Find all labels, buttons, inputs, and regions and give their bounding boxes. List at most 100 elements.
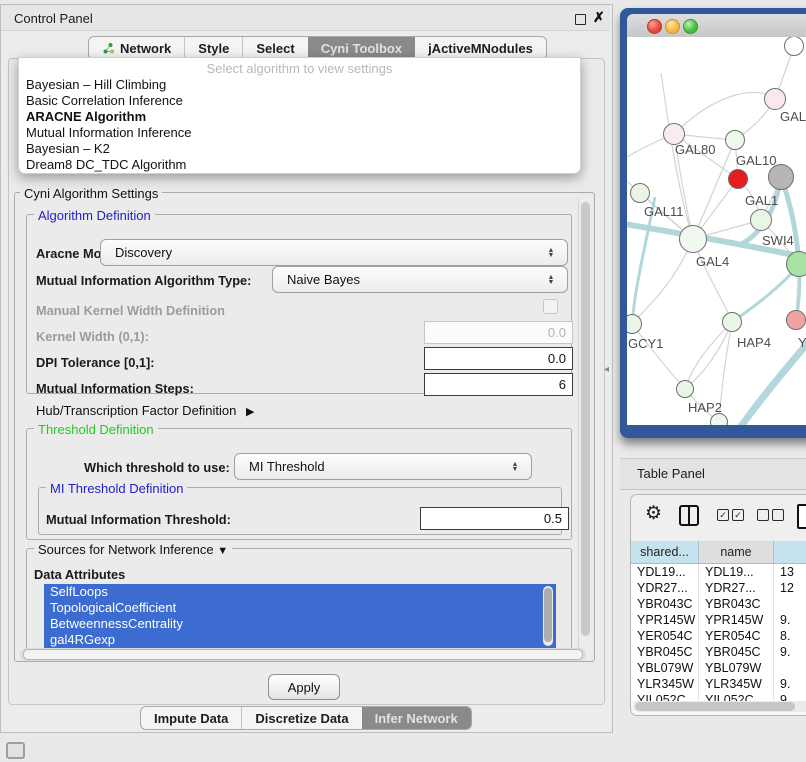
close-panel-icon[interactable]: ✗ (593, 9, 605, 26)
table-hscrollbar-thumb[interactable] (635, 702, 795, 711)
settings-hscrollbar-track[interactable] (20, 648, 586, 661)
table-cell[interactable]: YLR345W (631, 676, 699, 692)
table-row[interactable]: YBL079WYBL079W (631, 660, 806, 676)
table-cell[interactable]: YDL19... (699, 564, 774, 580)
list-scrollbar-thumb[interactable] (544, 588, 552, 642)
table-cell[interactable]: YBR043C (699, 596, 774, 612)
attribute-item-topologicalcoefficient[interactable]: TopologicalCoefficient (44, 600, 556, 616)
algorithm-option-basic-correlation-inference[interactable]: Basic Correlation Inference (19, 93, 580, 109)
attribute-item-betweennesscentrality[interactable]: BetweennessCentrality (44, 616, 556, 632)
table-cell[interactable]: YDR27... (699, 580, 774, 596)
checkbox-checked-icon[interactable]: ✓ (717, 509, 729, 521)
network-node[interactable] (786, 310, 806, 330)
algorithm-option-dream8-dc-tdc-algorithm[interactable]: Dream8 DC_TDC Algorithm (19, 157, 580, 173)
attribute-item-gal4rgexp[interactable]: gal4RGexp (44, 632, 556, 648)
table-body[interactable]: YDL19...YDL19...13YDR27...YDR27...12YBR0… (631, 564, 806, 701)
table-row[interactable]: YBR043CYBR043C (631, 596, 806, 612)
minimize-window-icon[interactable] (665, 19, 680, 34)
algorithm-option-aracne-algorithm[interactable]: ARACNE Algorithm (19, 109, 580, 125)
network-node[interactable] (750, 209, 772, 231)
sources-group-title[interactable]: Sources for Network Inference ▼ (34, 542, 232, 557)
table-cell[interactable]: YER054C (631, 628, 699, 644)
aracne-mode-select[interactable]: Discovery ▲▼ (100, 239, 568, 266)
tab-select[interactable]: Select (242, 37, 307, 59)
table-row[interactable]: YDL19...YDL19...13 (631, 564, 806, 580)
network-node[interactable] (728, 169, 748, 189)
mi-type-select[interactable]: Naive Bayes ▲▼ (272, 266, 568, 293)
checkbox-checked-icon[interactable]: ✓ (732, 509, 744, 521)
table-cell[interactable]: 9. (774, 692, 806, 701)
table-row[interactable]: YLR345WYLR345W9. (631, 676, 806, 692)
float-panel-icon[interactable] (575, 14, 586, 25)
column-header-name[interactable]: name (699, 541, 774, 564)
table-cell[interactable]: 13 (774, 564, 806, 580)
list-scrollbar-track[interactable] (543, 586, 553, 646)
network-node[interactable] (630, 183, 650, 203)
network-node[interactable] (725, 130, 745, 150)
docked-panel-icon[interactable] (6, 742, 25, 759)
column-header-cut[interactable] (774, 541, 806, 564)
splitter-collapse-icon[interactable]: ◂ (604, 364, 609, 375)
settings-hscrollbar-thumb[interactable] (23, 649, 583, 660)
settings-scrollbar-track[interactable] (578, 198, 592, 656)
bottom-tab-impute-data[interactable]: Impute Data (141, 707, 241, 729)
table-cell[interactable]: YBR045C (631, 644, 699, 660)
tab-cyni-toolbox[interactable]: Cyni Toolbox (308, 37, 415, 59)
table-cell[interactable]: YIL052C (631, 692, 699, 701)
table-cell[interactable]: 9. (774, 644, 806, 660)
table-cell[interactable]: YBR043C (631, 596, 699, 612)
algorithm-option-mutual-information-inference[interactable]: Mutual Information Inference (19, 125, 580, 141)
bottom-tab-infer-network[interactable]: Infer Network (362, 707, 471, 729)
network-node[interactable] (784, 37, 804, 56)
table-hscrollbar-track[interactable] (633, 701, 806, 712)
table-cell[interactable]: YPR145W (699, 612, 774, 628)
table-row[interactable]: YER054CYER054C8. (631, 628, 806, 644)
table-row[interactable]: YPR145WYPR145W9. (631, 612, 806, 628)
table-cell[interactable]: 9. (774, 612, 806, 628)
hub-definition-expander[interactable]: Hub/Transcription Factor Definition ▶ (36, 403, 254, 418)
bottom-tab-discretize-data[interactable]: Discretize Data (241, 707, 361, 729)
manual-kernel-checkbox[interactable] (543, 299, 558, 314)
network-window-titlebar[interactable] (627, 14, 806, 38)
network-canvas[interactable]: GALGAL80GAL10GAL1GAL11SWI4GAL4GCY1HAP4YH… (627, 37, 806, 425)
data-attributes-list[interactable]: SelfLoopsTopologicalCoefficientBetweenne… (44, 584, 556, 648)
network-node[interactable] (679, 225, 707, 253)
network-node[interactable] (676, 380, 694, 398)
table-cell[interactable] (774, 660, 806, 676)
checkbox-unchecked-icon[interactable] (757, 509, 769, 521)
table-row[interactable]: YIL052CYIL052C9. (631, 692, 806, 701)
table-cell[interactable]: YDL19... (631, 564, 699, 580)
network-node[interactable] (764, 88, 786, 110)
maximize-window-icon[interactable] (683, 19, 698, 34)
table-cell[interactable]: YBL079W (631, 660, 699, 676)
gear-icon[interactable]: ⚙ (645, 504, 662, 523)
network-node[interactable] (786, 251, 806, 277)
table-row[interactable]: YDR27...YDR27...12 (631, 580, 806, 596)
table-cell[interactable]: YLR345W (699, 676, 774, 692)
table-cell[interactable]: YPR145W (631, 612, 699, 628)
algorithm-option-bayesian-k2[interactable]: Bayesian – K2 (19, 141, 580, 157)
column-header-shared-name[interactable]: shared... (631, 541, 699, 564)
table-cell[interactable]: 9. (774, 676, 806, 692)
table-cell[interactable]: YER054C (699, 628, 774, 644)
checkbox-unchecked-icon[interactable] (772, 509, 784, 521)
apply-button[interactable]: Apply (268, 674, 340, 700)
document-icon[interactable] (797, 504, 806, 529)
attribute-item-selfloops[interactable]: SelfLoops (44, 584, 556, 600)
mi-steps-field[interactable]: 6 (424, 373, 573, 396)
tab-style[interactable]: Style (184, 37, 242, 59)
algorithm-option-bayesian-hill-climbing[interactable]: Bayesian – Hill Climbing (19, 77, 580, 93)
table-cell[interactable]: YDR27... (631, 580, 699, 596)
columns-icon[interactable] (679, 505, 699, 526)
which-threshold-select[interactable]: MI Threshold ▲▼ (234, 453, 532, 480)
table-cell[interactable]: YBR045C (699, 644, 774, 660)
mi-threshold-field[interactable]: 0.5 (420, 507, 569, 530)
table-cell[interactable]: 12 (774, 580, 806, 596)
network-node[interactable] (722, 312, 742, 332)
table-cell[interactable] (774, 596, 806, 612)
close-window-icon[interactable] (647, 19, 662, 34)
table-row[interactable]: YBR045CYBR045C9. (631, 644, 806, 660)
table-cell[interactable]: YBL079W (699, 660, 774, 676)
dpi-tolerance-field[interactable]: 0.0 (424, 347, 573, 370)
table-cell[interactable]: 8. (774, 628, 806, 644)
